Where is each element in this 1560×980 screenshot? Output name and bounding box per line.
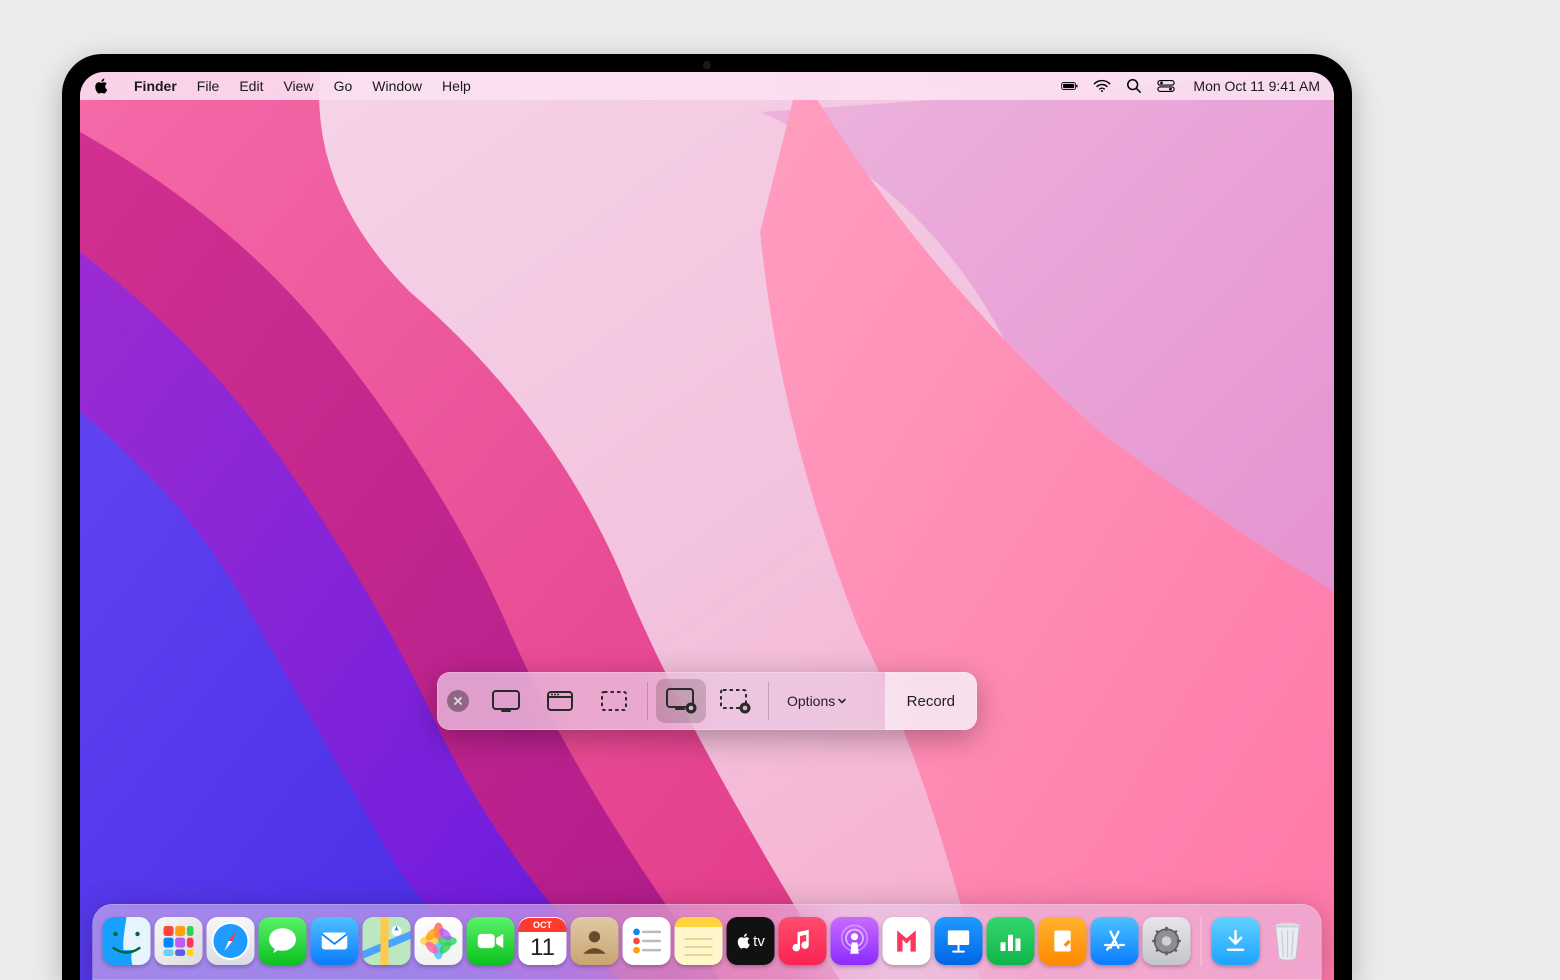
dock-notes[interactable] [675,917,723,965]
record-entire-screen-button[interactable] [656,679,706,723]
control-center-icon[interactable] [1157,77,1175,95]
app-name[interactable]: Finder [124,78,187,94]
dock-keynote[interactable] [935,917,983,965]
dock-mail[interactable] [311,917,359,965]
apple-menu-icon[interactable] [94,78,110,94]
calendar-day: 11 [530,932,555,964]
menu-file[interactable]: File [187,78,230,94]
options-button[interactable]: Options [775,693,859,709]
dock-downloads[interactable] [1212,917,1260,965]
dock-launchpad[interactable] [155,917,203,965]
capture-selection-button[interactable] [589,679,639,723]
dock-music[interactable] [779,917,827,965]
menu-help[interactable]: Help [432,78,481,94]
spotlight-icon[interactable] [1125,77,1143,95]
dock: OCT 11 tv [93,904,1322,980]
dock-contacts[interactable] [571,917,619,965]
record-selection-button[interactable] [710,679,760,723]
dock-settings[interactable] [1143,917,1191,965]
dock-facetime[interactable] [467,917,515,965]
menu-window[interactable]: Window [362,78,432,94]
laptop-frame: Finder File Edit View Go Window Help [62,54,1352,980]
close-button[interactable] [447,690,469,712]
dock-numbers[interactable] [987,917,1035,965]
dock-podcasts[interactable] [831,917,879,965]
dock-appstore[interactable] [1091,917,1139,965]
chevron-down-icon [837,696,847,706]
camera-notch [703,61,711,69]
calendar-month: OCT [519,918,567,932]
menu-edit[interactable]: Edit [229,78,273,94]
wifi-icon[interactable] [1093,77,1111,95]
dock-maps[interactable] [363,917,411,965]
menu-clock[interactable]: Mon Oct 11 9:41 AM [1193,78,1320,94]
toolbar-divider [768,682,769,720]
record-label: Record [907,693,955,710]
dock-news[interactable] [883,917,931,965]
record-button[interactable]: Record [885,672,977,730]
dock-photos[interactable] [415,917,463,965]
toolbar-divider [647,682,648,720]
menu-go[interactable]: Go [324,78,363,94]
menu-bar: Finder File Edit View Go Window Help [80,72,1334,100]
screen: Finder File Edit View Go Window Help [80,72,1334,980]
dock-tv[interactable]: tv [727,917,775,965]
dock-calendar[interactable]: OCT 11 [519,917,567,965]
dock-trash[interactable] [1264,917,1312,965]
dock-pages[interactable] [1039,917,1087,965]
desktop-wallpaper [80,72,1334,980]
dock-safari[interactable] [207,917,255,965]
dock-messages[interactable] [259,917,307,965]
dock-finder[interactable] [103,917,151,965]
options-label: Options [787,693,835,709]
menu-view[interactable]: View [273,78,323,94]
capture-entire-screen-button[interactable] [481,679,531,723]
battery-icon[interactable] [1061,77,1079,95]
dock-reminders[interactable] [623,917,671,965]
screenshot-toolbar: Options Record [437,672,977,730]
tv-label: tv [753,933,765,950]
capture-window-button[interactable] [535,679,585,723]
dock-divider [1201,916,1202,966]
